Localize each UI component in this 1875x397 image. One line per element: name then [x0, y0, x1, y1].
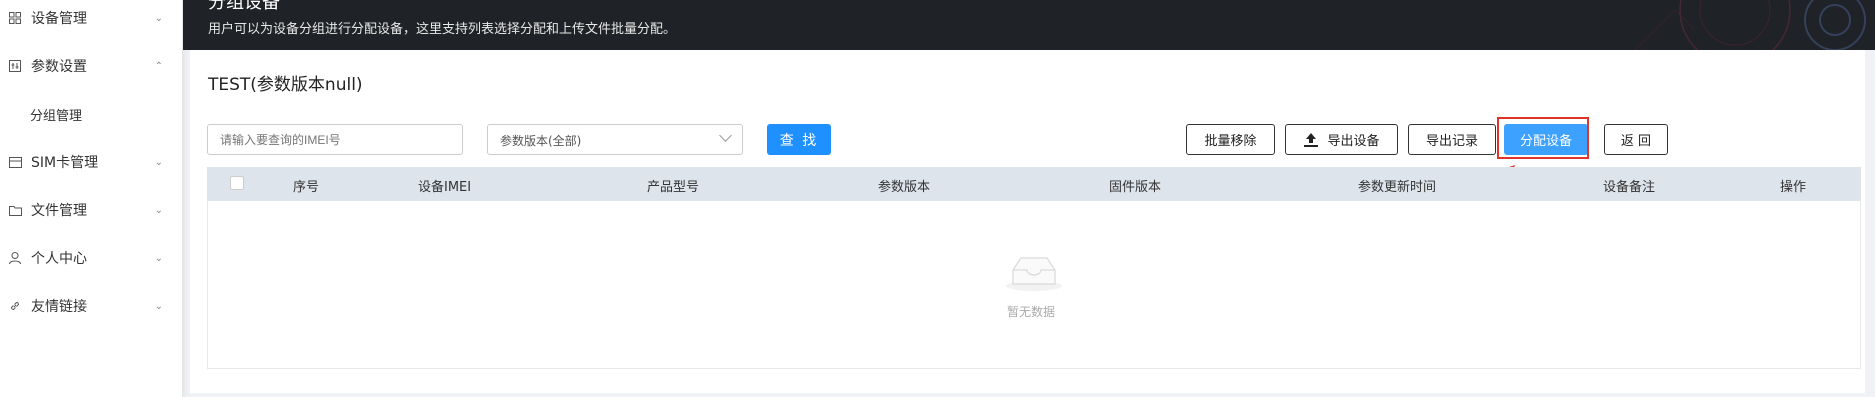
- empty-state-text: 暂无数据: [1007, 305, 1056, 319]
- highlight-box: [1497, 117, 1589, 159]
- empty-inbox-icon: [1006, 257, 1062, 291]
- chevron-down-icon: ⌄: [154, 156, 163, 168]
- page-title: 分组设备: [208, 0, 280, 13]
- sidebar-item-file-management[interactable]: 文件管理 ⌄: [0, 186, 183, 234]
- card-icon: [8, 155, 22, 169]
- sidebar-item-friendly-links[interactable]: 友情链接 ⌄: [0, 282, 183, 330]
- chevron-down-icon: ⌄: [154, 204, 163, 216]
- page-header: 分组设备 用户可以为设备分组进行分配设备，这里支持列表选择分配和上传文件批量分配…: [183, 0, 1875, 50]
- table-header: 序号 设备IMEI 产品型号 参数版本 固件版本 参数更新时间 设备备注 操作: [207, 167, 1861, 201]
- folder-icon: [8, 203, 22, 217]
- column-header: 产品型号: [647, 180, 700, 195]
- column-header: 设备IMEI: [418, 180, 472, 195]
- param-version-select[interactable]: 参数版本(全部): [487, 124, 743, 155]
- search-button[interactable]: 查 找: [767, 124, 831, 155]
- chevron-down-icon: [719, 129, 732, 142]
- sidebar-item-personal-center[interactable]: 个人中心 ⌄: [0, 234, 183, 282]
- export-devices-label: 导出设备: [1327, 134, 1380, 149]
- column-header: 参数版本: [878, 180, 931, 195]
- sidebar-item-group-management[interactable]: 分组管理: [0, 90, 183, 138]
- back-button[interactable]: 返 回: [1604, 124, 1668, 155]
- upload-icon: [1303, 132, 1319, 148]
- chevron-down-icon: ⌄: [154, 300, 163, 312]
- column-header: 序号: [293, 180, 320, 195]
- sidebar-item-param-settings[interactable]: 参数设置 ⌃: [0, 42, 183, 90]
- sidebar-item-label: 参数设置: [31, 59, 87, 75]
- column-header: 固件版本: [1109, 180, 1162, 195]
- chevron-down-icon: ⌄: [154, 12, 163, 24]
- sidebar-item-label: 分组管理: [30, 108, 83, 124]
- sidebar-item-label: 友情链接: [31, 299, 87, 315]
- sidebar-item-label: 设备管理: [31, 11, 87, 27]
- group-title: TEST(参数版本null): [208, 75, 363, 95]
- imei-search-input[interactable]: [207, 124, 463, 155]
- export-records-button[interactable]: 导出记录: [1408, 124, 1496, 155]
- sidebar-item-sim-management[interactable]: SIM卡管理 ⌄: [0, 138, 183, 186]
- sidebar-item-device-management[interactable]: 设备管理 ⌄: [0, 0, 183, 42]
- link-icon: [8, 299, 22, 313]
- settings-panel-icon: [8, 59, 22, 73]
- batch-remove-button[interactable]: 批量移除: [1186, 124, 1275, 155]
- select-all-checkbox[interactable]: [230, 176, 244, 190]
- sidebar: 设备管理 ⌄ 参数设置 ⌃ 分组管理 SIM卡管理 ⌄ 文件管理 ⌄ 个人中心 …: [0, 0, 183, 397]
- sidebar-item-label: SIM卡管理: [31, 155, 99, 171]
- column-header: 参数更新时间: [1358, 180, 1437, 195]
- back-label: 返 回: [1620, 134, 1652, 149]
- header-decoration: [1634, 0, 1866, 50]
- chevron-up-icon: ⌃: [154, 60, 163, 72]
- column-header: 操作: [1780, 180, 1807, 195]
- export-devices-button[interactable]: 导出设备: [1285, 124, 1398, 155]
- column-header: 设备备注: [1603, 180, 1656, 195]
- batch-remove-label: 批量移除: [1204, 134, 1257, 149]
- chevron-down-icon: ⌄: [154, 252, 163, 264]
- param-version-selected: 参数版本(全部): [500, 134, 582, 148]
- sidebar-item-label: 个人中心: [31, 251, 87, 267]
- page-description: 用户可以为设备分组进行分配设备，这里支持列表选择分配和上传文件批量分配。: [208, 22, 677, 37]
- sidebar-item-label: 文件管理: [31, 203, 87, 219]
- export-records-label: 导出记录: [1425, 134, 1478, 149]
- grid-icon: [8, 11, 22, 25]
- user-icon: [8, 251, 22, 265]
